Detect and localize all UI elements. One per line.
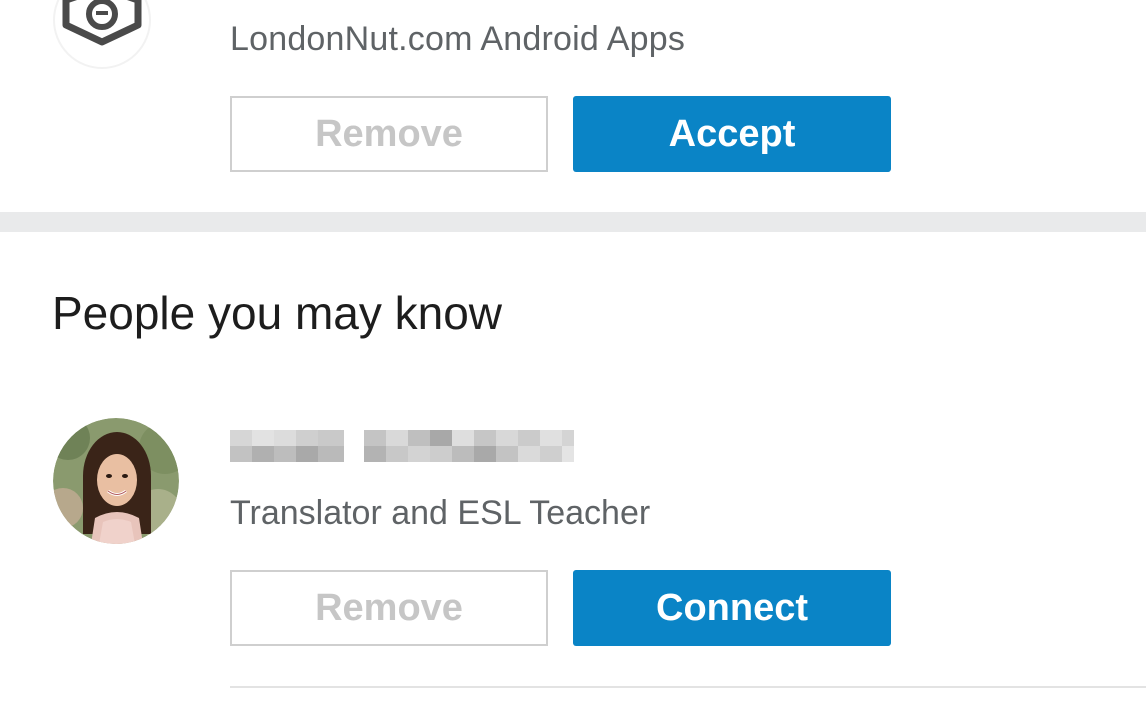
section-title: People you may know [52,287,503,339]
section-divider [0,212,1146,232]
shield-badge-icon[interactable] [52,0,152,70]
list-divider [230,686,1146,688]
invitation-subtitle: LondonNut.com Android Apps [230,20,686,58]
person-remove-button[interactable]: Remove [230,570,548,646]
connect-button[interactable]: Connect [573,570,891,646]
person-headline: Translator and ESL Teacher [230,494,651,532]
invitation-card: LondonNut.com Android Apps Remove Accept [0,0,1146,212]
blurred-person-name[interactable] [230,428,574,464]
invitation-remove-button[interactable]: Remove [230,96,548,172]
mobile-network-screen: LondonNut.com Android Apps Remove Accept… [0,0,1146,716]
accept-button[interactable]: Accept [573,96,891,172]
avatar[interactable] [53,418,179,544]
